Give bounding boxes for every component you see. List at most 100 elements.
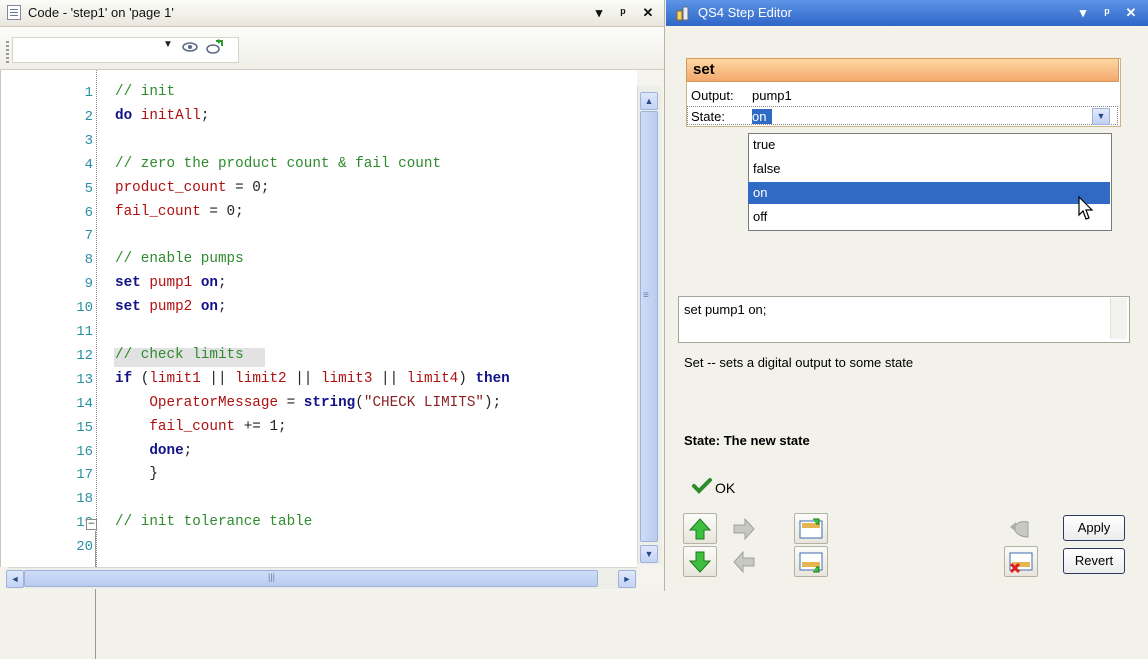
code-token: then	[475, 370, 510, 387]
view-icon[interactable]	[181, 40, 199, 57]
indent-left-button[interactable]	[727, 546, 761, 577]
code-token: );	[483, 394, 502, 411]
scroll-up-button[interactable]: ▲	[640, 92, 658, 110]
code-line[interactable]: }	[115, 466, 158, 482]
code-token: )	[458, 370, 476, 387]
fold-guide	[95, 531, 96, 659]
state-label: State:	[691, 109, 725, 124]
apply-button[interactable]: Apply	[1063, 515, 1125, 541]
code-line[interactable]: done;	[115, 443, 192, 459]
statement-scrollbar[interactable]	[1110, 298, 1127, 339]
move-down-button[interactable]	[683, 546, 717, 577]
code-token: += 1;	[235, 418, 287, 435]
code-token: // init	[115, 84, 176, 100]
code-token: product_count	[115, 179, 227, 196]
delete-step-button[interactable]	[1004, 546, 1038, 577]
scroll-right-button[interactable]: ►	[618, 570, 636, 588]
indent-right-button[interactable]	[727, 513, 761, 544]
line-number: 2	[84, 108, 93, 125]
code-line[interactable]: // init tolerance table	[115, 514, 312, 530]
code-line[interactable]: set pump1 on;	[115, 275, 227, 291]
code-line[interactable]: // init	[115, 84, 175, 100]
code-line[interactable]: // enable pumps	[115, 251, 244, 267]
step-editor-icon	[675, 5, 691, 24]
code-token: fail_count	[149, 418, 236, 435]
code-token: (	[355, 394, 364, 411]
option-false[interactable]: false	[748, 158, 1110, 180]
option-off[interactable]: off	[748, 206, 1110, 228]
state-select[interactable]: on	[752, 109, 772, 124]
line-number: 19	[76, 515, 93, 532]
option-on[interactable]: on	[748, 182, 1110, 204]
statement-text: set pump1 on;	[684, 302, 767, 317]
code-line[interactable]: fail_count = 0;	[115, 204, 244, 220]
step-name: set	[693, 61, 715, 78]
editor-pin-button[interactable]: ᵖ	[1098, 4, 1116, 22]
refresh-icon[interactable]	[205, 38, 225, 59]
step-editor-titlebar: QS4 Step Editor ▾ ᵖ ✕	[666, 0, 1148, 26]
code-token: = 0;	[226, 179, 270, 196]
editor-close-button[interactable]: ✕	[1122, 4, 1140, 22]
line-number: 4	[84, 156, 93, 173]
combo-arrow-icon[interactable]: ▼	[163, 39, 173, 50]
line-number: 20	[76, 539, 93, 556]
code-line[interactable]: // zero the product count & fail count	[115, 156, 441, 172]
code-token: ||	[372, 370, 407, 387]
code-token: limit4	[406, 370, 459, 387]
code-token: // zero the product count & fail count	[115, 155, 442, 172]
pin-button[interactable]: ᵖ	[614, 4, 632, 22]
fold-toggle-icon[interactable]: −	[86, 519, 97, 530]
revert-button[interactable]: Revert	[1063, 548, 1125, 574]
code-token: on	[192, 299, 218, 316]
code-token: ;	[217, 275, 227, 292]
line-number: 11	[76, 324, 93, 340]
line-number: 16	[76, 443, 93, 460]
line-number: 12	[76, 347, 93, 364]
vertical-scroll-thumb[interactable]	[640, 111, 658, 542]
code-token: "CHECK LIMITS"	[363, 394, 484, 411]
code-token: // check limits	[115, 346, 244, 363]
scroll-left-button[interactable]: ◄	[6, 570, 24, 588]
insert-above-button[interactable]	[794, 513, 828, 544]
state-dropdown-arrow-icon[interactable]: ▼	[1092, 108, 1110, 125]
code-line[interactable]: do initAll;	[115, 108, 209, 124]
code-token: limit3	[320, 370, 373, 387]
code-token: string	[303, 394, 356, 411]
toolbar-grip[interactable]	[6, 41, 9, 63]
code-line[interactable]: set pump2 on;	[115, 299, 227, 315]
horizontal-scroll-thumb[interactable]	[24, 570, 598, 587]
gutter-divider	[96, 70, 97, 567]
step-help-text: Set -- sets a digital output to some sta…	[684, 355, 914, 370]
code-token: ;	[217, 299, 227, 316]
code-line[interactable]: OperatorMessage = string("CHECK LIMITS")…	[115, 395, 501, 411]
output-label: Output:	[691, 88, 734, 103]
scroll-down-button[interactable]: ▼	[640, 545, 658, 563]
code-token: limit1	[149, 370, 201, 387]
code-token: ||	[286, 370, 321, 387]
code-line[interactable]: product_count = 0;	[115, 180, 269, 196]
check-icon	[692, 478, 712, 499]
option-true[interactable]: true	[748, 134, 1110, 156]
document-icon	[7, 5, 21, 20]
code-token: // init tolerance table	[115, 514, 313, 531]
code-line[interactable]: // check limits	[115, 347, 244, 363]
undo-button[interactable]	[1004, 513, 1038, 544]
hscroll-grip-icon: |||	[268, 572, 276, 582]
code-token: ||	[200, 370, 236, 387]
insert-below-button[interactable]	[794, 546, 828, 577]
code-token: // enable pumps	[115, 251, 244, 268]
code-line[interactable]: fail_count += 1;	[115, 418, 287, 435]
line-number: 3	[84, 132, 93, 149]
move-up-button[interactable]	[683, 513, 717, 544]
code-token: = 0;	[200, 203, 244, 220]
code-line[interactable]: if (limit1 || limit2 || limit3 || limit4…	[115, 371, 510, 387]
code-token: on	[192, 275, 218, 292]
window-menu-button[interactable]: ▾	[590, 4, 608, 22]
status-text: OK	[715, 480, 736, 496]
editor-menu-button[interactable]: ▾	[1074, 4, 1092, 22]
line-number: 10	[76, 300, 93, 317]
output-value[interactable]: pump1	[752, 88, 792, 103]
parameter-help: State: The new state	[684, 433, 810, 448]
close-button[interactable]: ✕	[639, 4, 657, 22]
